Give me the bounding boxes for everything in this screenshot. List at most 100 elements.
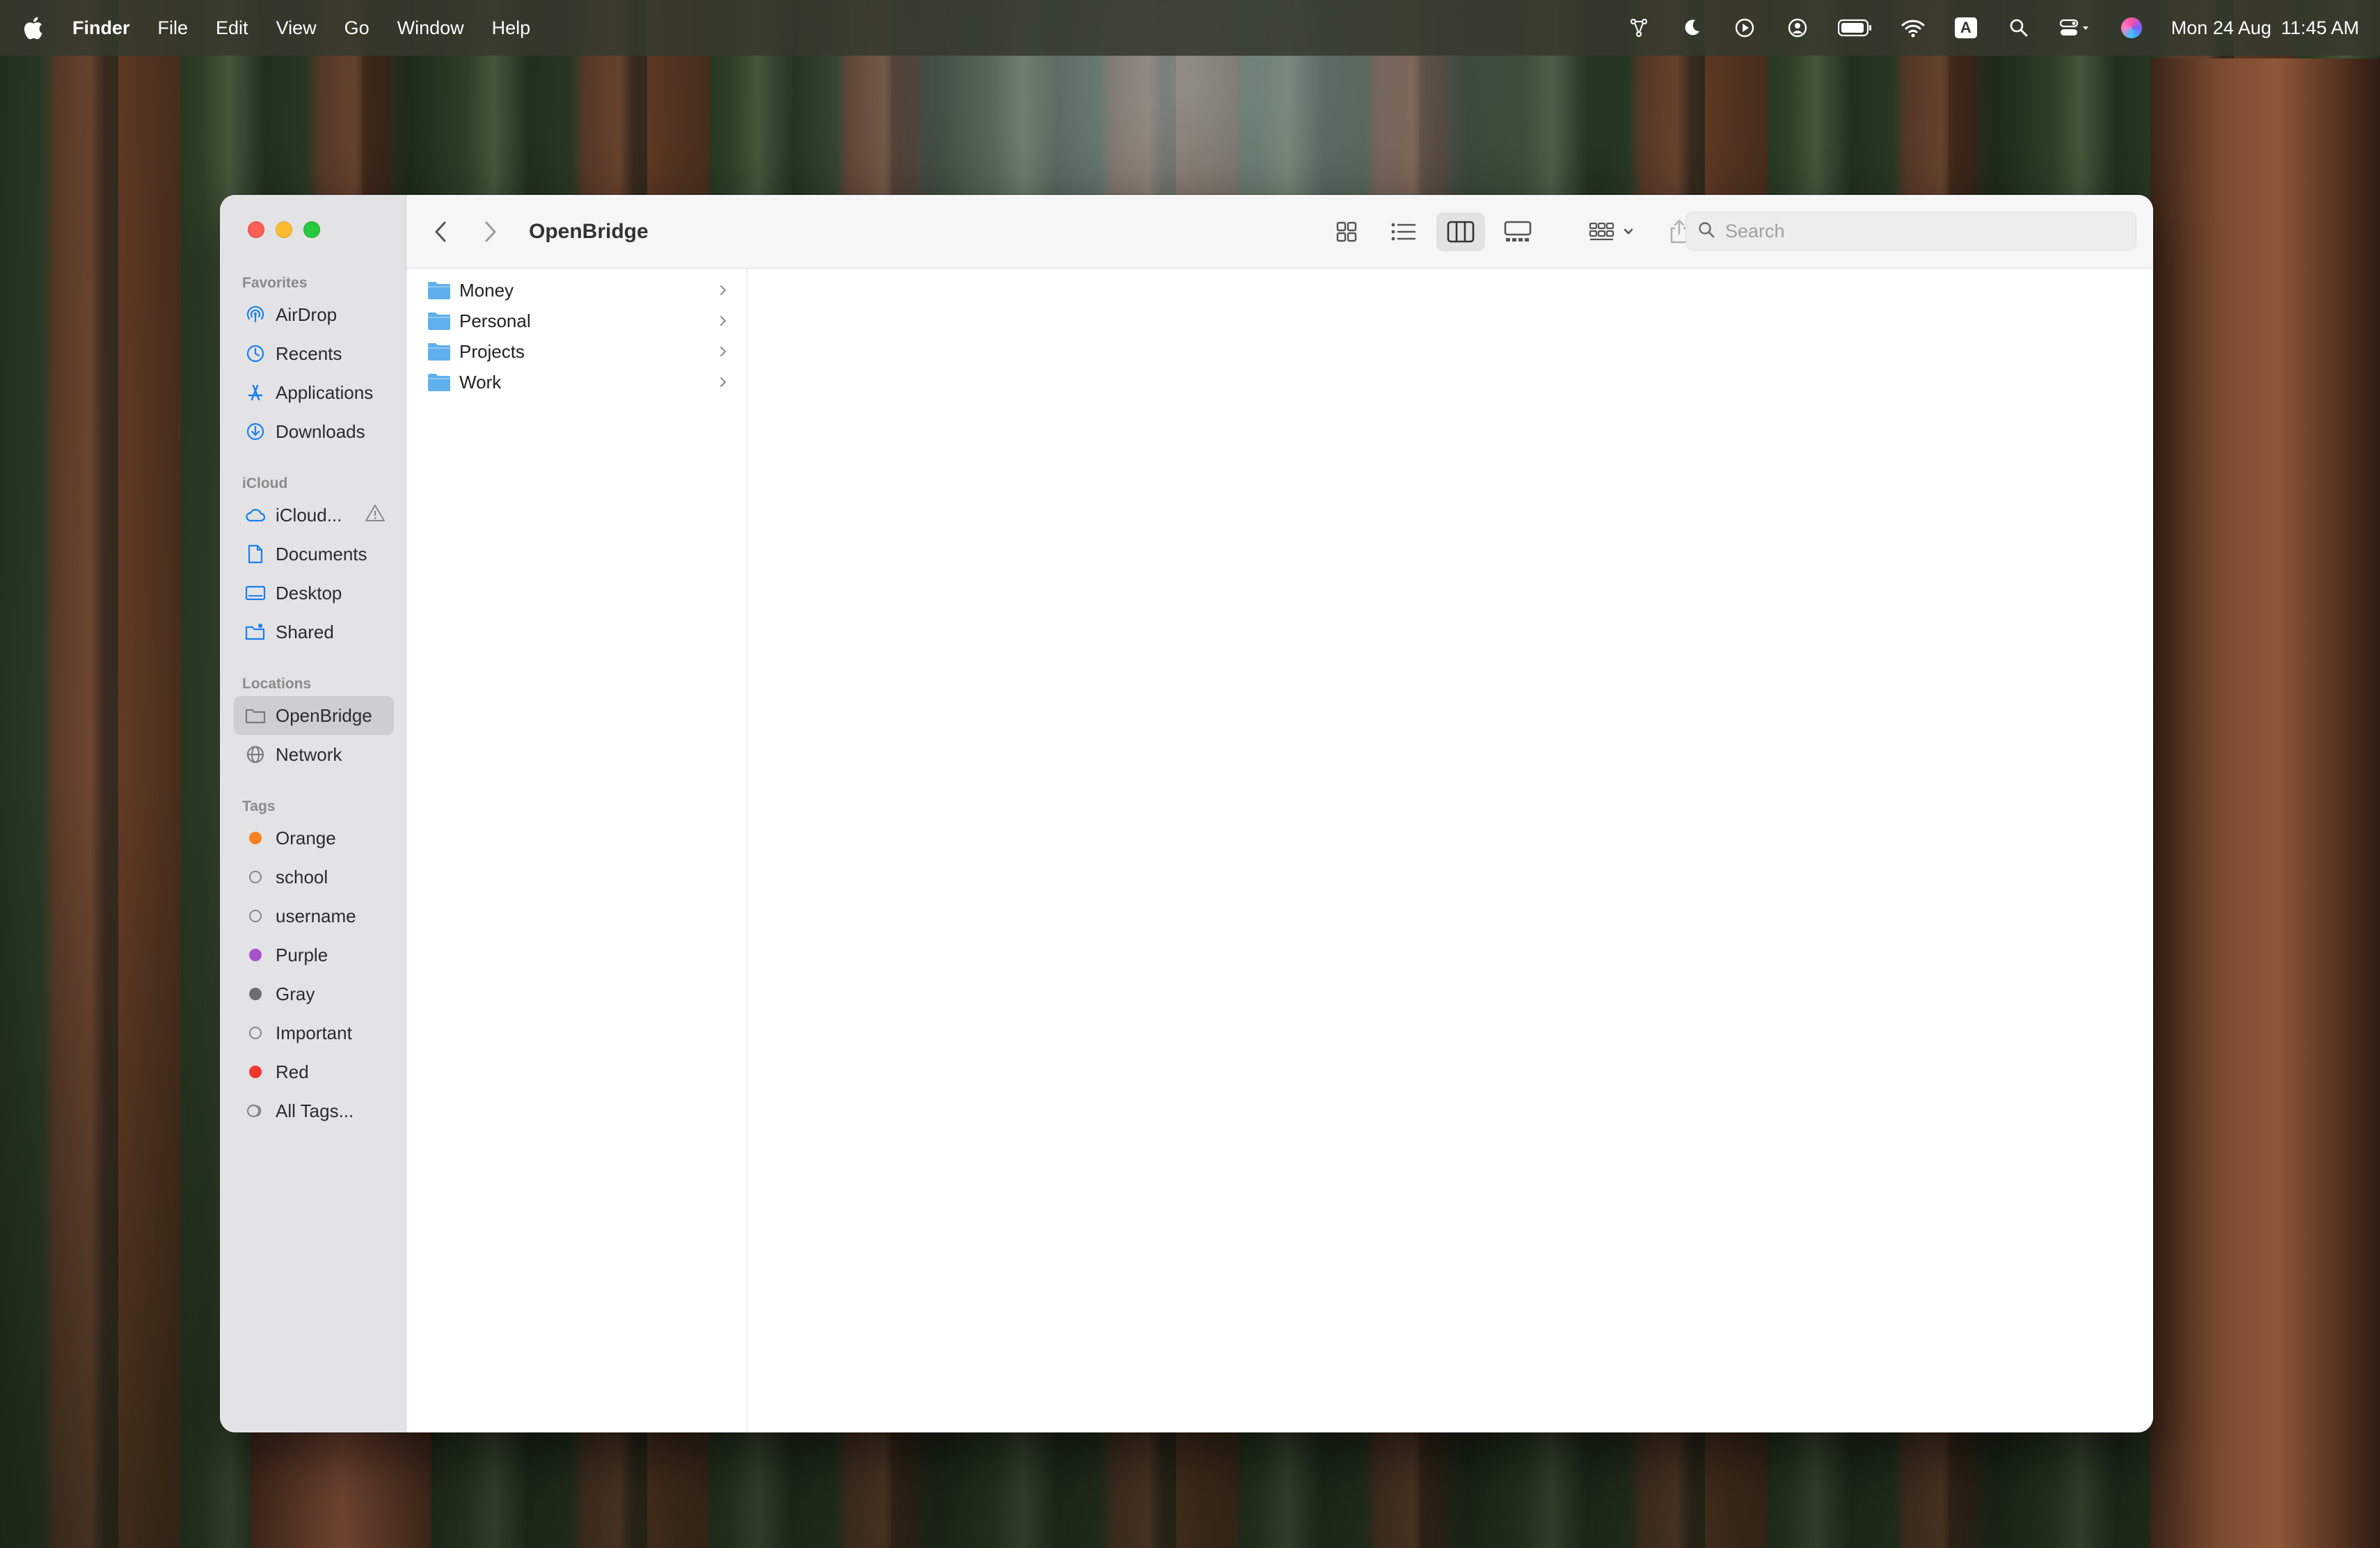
sidebar-item-applications[interactable]: Applications — [234, 373, 394, 412]
sidebar-item-label: Recents — [276, 342, 342, 364]
download-icon — [245, 421, 266, 442]
favorites-heading: Favorites — [242, 275, 308, 291]
clock-date: Mon 24 Aug — [2171, 17, 2271, 38]
menu-window[interactable]: Window — [397, 17, 464, 39]
sidebar-all-tags[interactable]: All Tags... — [234, 1091, 394, 1130]
globe-icon — [245, 744, 266, 765]
group-by-button[interactable] — [1580, 212, 1647, 251]
sidebar-item-label: Applications — [276, 381, 374, 403]
chevron-right-icon — [719, 280, 727, 301]
menu-file[interactable]: File — [158, 17, 189, 39]
tag-ring-icon — [245, 906, 266, 926]
folder-icon — [428, 343, 450, 361]
applications-icon — [245, 382, 266, 403]
purple-tag-icon — [245, 945, 266, 965]
wifi-icon[interactable] — [1900, 15, 1926, 41]
zoom-button[interactable] — [303, 221, 320, 238]
column-view-button[interactable] — [1436, 212, 1485, 251]
document-icon — [245, 544, 266, 564]
menu-edit[interactable]: Edit — [216, 17, 248, 39]
siri-icon[interactable] — [2118, 15, 2145, 41]
spotlight-search-icon[interactable] — [2006, 15, 2032, 41]
forward-button[interactable] — [469, 211, 511, 253]
menu-finder[interactable]: Finder — [72, 17, 130, 39]
apple-menu-icon[interactable] — [21, 14, 45, 42]
tag-ring-icon — [245, 1022, 266, 1043]
shared-folder-icon — [245, 622, 266, 642]
focus-moon-icon[interactable] — [1679, 15, 1705, 41]
sidebar-tag-red[interactable]: Red — [234, 1052, 394, 1091]
clock-icon — [245, 343, 266, 364]
sidebar-icloud: iCloud iCloud... Documents Desktop Share… — [220, 472, 406, 651]
sidebar-item-label: Network — [276, 743, 342, 765]
sidebar-tag-username[interactable]: username — [234, 897, 394, 935]
network-share-icon[interactable] — [1626, 15, 1652, 41]
battery-icon[interactable] — [1837, 15, 1873, 41]
keyboard-input-icon[interactable]: A — [1953, 15, 1979, 41]
back-button[interactable] — [420, 211, 462, 253]
folder-row-work[interactable]: Work — [406, 367, 747, 397]
cloud-icon — [245, 505, 266, 526]
folder-row-projects[interactable]: Projects — [406, 336, 747, 367]
desktop-icon — [245, 583, 266, 603]
close-button[interactable] — [248, 221, 264, 238]
folder-name: Work — [459, 371, 502, 393]
column-1: Money Personal Projects Work — [406, 269, 747, 1432]
icon-view-button[interactable] — [1322, 212, 1371, 251]
wallpaper-tree-trunk — [251, 1430, 431, 1548]
sidebar-item-label: Documents — [276, 543, 367, 564]
sidebar-item-recents[interactable]: Recents — [234, 334, 394, 373]
sidebar-tag-important[interactable]: Important — [234, 1013, 394, 1052]
search-input[interactable] — [1725, 220, 2115, 242]
sidebar-item-documents[interactable]: Documents — [234, 535, 394, 574]
sidebar-item-label: Desktop — [276, 582, 342, 603]
chevron-right-icon — [719, 372, 727, 393]
menu-go[interactable]: Go — [344, 17, 370, 39]
now-playing-icon[interactable] — [1731, 15, 1758, 41]
tag-ring-icon — [245, 867, 266, 887]
list-view-button[interactable] — [1379, 212, 1428, 251]
sidebar-tag-purple[interactable]: Purple — [234, 935, 394, 974]
sidebar-tag-gray[interactable]: Gray — [234, 974, 394, 1013]
search-field[interactable] — [1685, 212, 2136, 251]
minimize-button[interactable] — [276, 221, 292, 238]
window-controls — [248, 221, 320, 238]
orange-tag-icon — [245, 828, 266, 848]
sidebar-item-label: Shared — [276, 621, 334, 642]
sidebar-favorites: Favorites AirDrop Recents Applications D… — [220, 271, 406, 451]
sidebar-tag-orange[interactable]: Orange — [234, 819, 394, 858]
menu-bar-clock[interactable]: Mon 24 Aug 11:45 AM — [2171, 17, 2359, 39]
sidebar-item-label: Orange — [276, 827, 336, 848]
sidebar-item-network[interactable]: Network — [234, 735, 394, 774]
sidebar-tag-school[interactable]: school — [234, 858, 394, 897]
sidebar-item-shared[interactable]: Shared — [234, 613, 394, 651]
sidebar-item-airdrop[interactable]: AirDrop — [234, 295, 394, 334]
folder-row-money[interactable]: Money — [406, 275, 747, 306]
user-account-icon[interactable] — [1784, 15, 1811, 41]
sidebar-item-icloud-drive[interactable]: iCloud... — [234, 496, 394, 535]
finder-window: Favorites AirDrop Recents Applications D… — [220, 195, 2153, 1432]
tags-heading: Tags — [242, 798, 276, 814]
gallery-view-button[interactable] — [1493, 212, 1542, 251]
sidebar-item-label: username — [276, 905, 356, 926]
menu-help[interactable]: Help — [492, 17, 531, 39]
folder-row-personal[interactable]: Personal — [406, 306, 747, 336]
sidebar-item-downloads[interactable]: Downloads — [234, 412, 394, 451]
sidebar-item-label: Important — [276, 1022, 352, 1043]
sidebar-item-openbridge[interactable]: OpenBridge — [234, 696, 394, 735]
clock-time: 11:45 AM — [2280, 17, 2359, 38]
airdrop-icon — [245, 304, 266, 325]
sidebar-item-desktop[interactable]: Desktop — [234, 574, 394, 613]
chevron-right-icon — [719, 310, 727, 332]
warning-icon[interactable] — [365, 503, 386, 528]
all-tags-icon — [245, 1100, 266, 1121]
folder-name: Money — [459, 279, 514, 301]
control-center-icon[interactable] — [2058, 15, 2092, 41]
sidebar-locations: Locations OpenBridge Network — [220, 672, 406, 774]
gray-tag-icon — [245, 984, 266, 1004]
search-icon — [1697, 221, 1715, 242]
sidebar-item-label: Red — [276, 1061, 309, 1082]
folder-name: Projects — [459, 340, 525, 362]
column-2[interactable] — [748, 269, 2153, 1432]
menu-view[interactable]: View — [276, 17, 317, 39]
